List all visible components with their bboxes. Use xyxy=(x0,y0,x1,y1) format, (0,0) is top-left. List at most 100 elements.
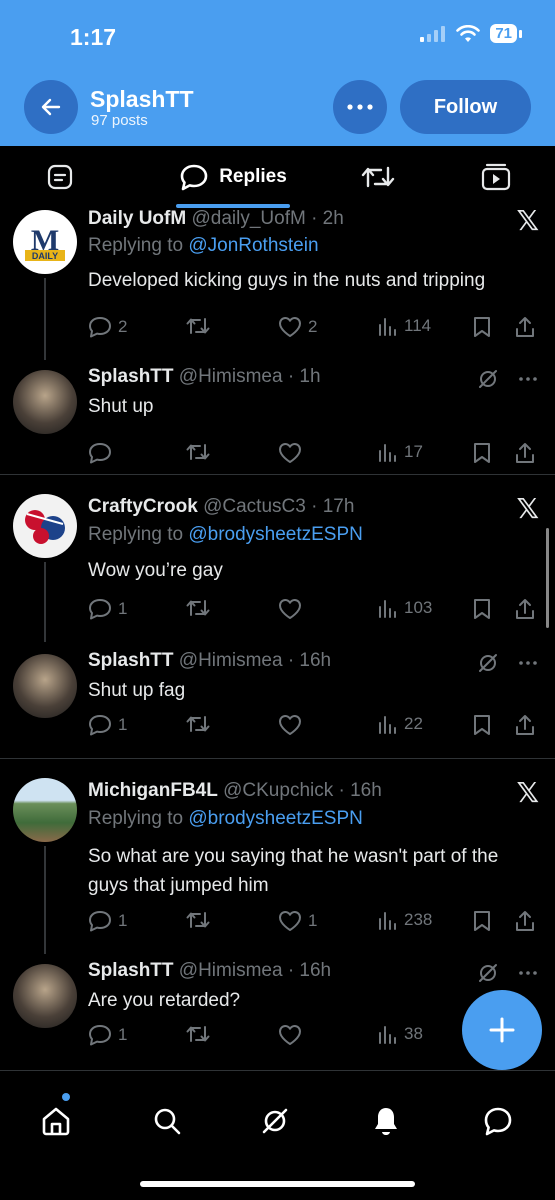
views-button[interactable]: 38 xyxy=(378,1024,423,1044)
retweet-button[interactable] xyxy=(186,1024,216,1044)
tab-media[interactable] xyxy=(476,146,516,208)
like-button[interactable] xyxy=(278,442,308,464)
author-name[interactable]: MichiganFB4L xyxy=(88,780,218,801)
author-handle[interactable]: @Himismea · 1h xyxy=(179,366,321,387)
like-button[interactable] xyxy=(278,598,308,620)
author-name[interactable]: CraftyCrook xyxy=(88,496,198,517)
grok-icon[interactable] xyxy=(477,652,499,674)
views-button[interactable]: 238 xyxy=(378,910,432,930)
reply-count: 1 xyxy=(118,911,128,930)
x-logo-icon: 𝕏 xyxy=(516,777,539,808)
reply-button[interactable]: 1 xyxy=(88,1024,127,1046)
tab-replies[interactable]: Replies xyxy=(158,146,308,208)
tab-posts[interactable] xyxy=(40,146,80,208)
retweet-button[interactable] xyxy=(186,714,216,734)
grok-icon[interactable] xyxy=(477,962,499,984)
reply-button[interactable] xyxy=(88,442,118,464)
retweet-icon xyxy=(186,600,210,616)
grok-icon[interactable] xyxy=(477,368,499,390)
more-dots-icon[interactable] xyxy=(519,971,537,975)
share-button[interactable] xyxy=(514,598,536,620)
nav-search[interactable] xyxy=(147,1101,187,1141)
follow-button[interactable]: Follow xyxy=(400,80,531,134)
author-name[interactable]: Daily UofM xyxy=(88,208,186,229)
share-button[interactable] xyxy=(514,442,536,464)
tweet-actions: 17 xyxy=(88,442,538,470)
bookmark-button[interactable] xyxy=(472,598,492,620)
x-logo-icon: 𝕏 xyxy=(516,493,539,524)
tweet-actions: 1 1 238 xyxy=(88,910,538,938)
reply-tweet[interactable]: M DAILY Daily UofM @daily_UofM · 2h 𝕏 Re… xyxy=(0,208,555,360)
nav-grok[interactable] xyxy=(255,1101,295,1141)
retweet-button[interactable] xyxy=(186,442,216,462)
retweet-button[interactable] xyxy=(186,598,216,618)
nav-notifications[interactable] xyxy=(366,1101,406,1141)
share-icon xyxy=(516,599,534,619)
reply-button[interactable]: 1 xyxy=(88,910,127,932)
views-button[interactable]: 114 xyxy=(378,316,431,336)
author-handle[interactable]: @Himismea · 16h xyxy=(179,960,331,981)
reply-tweet[interactable]: SplashTT @Himismea · 16h Shut up fag 1 2… xyxy=(0,644,555,756)
tab-reposts[interactable] xyxy=(358,146,398,208)
author-handle[interactable]: @CKupchick · 16h xyxy=(223,780,382,801)
back-button[interactable] xyxy=(24,80,78,134)
bookmark-icon xyxy=(474,715,490,735)
mention-link[interactable]: @JonRothstein xyxy=(188,235,318,256)
tweet-text: So what are you saying that he wasn't pa… xyxy=(88,846,499,896)
reply-button[interactable]: 1 xyxy=(88,598,127,620)
reply-button[interactable]: 1 xyxy=(88,714,127,736)
share-button[interactable] xyxy=(514,316,536,338)
mention-link[interactable]: @brodysheetzESPN xyxy=(188,524,363,545)
author-name[interactable]: SplashTT xyxy=(88,366,174,387)
author-name[interactable]: SplashTT xyxy=(88,960,174,981)
retweet-button[interactable] xyxy=(186,910,216,930)
share-button[interactable] xyxy=(514,910,536,932)
tweet-header: SplashTT @Himismea · 16h xyxy=(88,960,331,982)
reply-button[interactable]: 2 xyxy=(88,316,127,338)
author-handle[interactable]: @Himismea · 16h xyxy=(179,650,331,671)
bookmark-icon xyxy=(474,443,490,463)
more-dots-icon[interactable] xyxy=(519,661,537,665)
bookmark-button[interactable] xyxy=(472,714,492,736)
home-indicator xyxy=(140,1181,415,1187)
like-button[interactable]: 1 xyxy=(278,910,317,932)
views-button[interactable]: 17 xyxy=(378,442,423,462)
reply-icon xyxy=(89,599,111,620)
like-button[interactable]: 2 xyxy=(278,316,317,338)
share-icon xyxy=(516,715,534,735)
reply-count: 1 xyxy=(118,715,128,734)
scrollbar[interactable] xyxy=(546,528,549,628)
compose-button[interactable] xyxy=(462,990,542,1070)
bookmark-button[interactable] xyxy=(472,910,492,932)
like-button[interactable] xyxy=(278,1024,308,1046)
reply-tweet[interactable]: MichiganFB4L @CKupchick · 16h 𝕏 Replying… xyxy=(0,768,555,954)
reply-count: 1 xyxy=(118,599,128,618)
tweet-text: Shut up fag xyxy=(88,680,186,701)
more-button[interactable] xyxy=(333,80,387,134)
nav-messages[interactable] xyxy=(478,1101,518,1141)
reply-count: 2 xyxy=(118,317,128,336)
bookmark-button[interactable] xyxy=(472,442,492,464)
reply-tweet[interactable]: SplashTT @Himismea · 1h Shut up 17 xyxy=(0,360,555,472)
divider xyxy=(0,474,555,475)
tweet-menu xyxy=(477,652,537,674)
author-handle[interactable]: @daily_UofM · 2h xyxy=(191,208,343,229)
mention-link[interactable]: @brodysheetzESPN xyxy=(188,808,363,829)
views-chart-icon xyxy=(379,444,396,462)
more-dots-icon[interactable] xyxy=(519,377,537,381)
nav-home[interactable] xyxy=(36,1101,76,1141)
grok-icon xyxy=(262,1108,288,1134)
author-name[interactable]: SplashTT xyxy=(88,650,174,671)
tweet-actions: 1 22 xyxy=(88,714,538,742)
views-button[interactable]: 103 xyxy=(378,598,432,618)
bookmark-button[interactable] xyxy=(472,316,492,338)
share-button[interactable] xyxy=(514,714,536,736)
umich-daily-logo-icon: M DAILY xyxy=(25,224,65,261)
author-handle[interactable]: @CactusC3 · 17h xyxy=(203,496,354,517)
retweet-button[interactable] xyxy=(186,316,216,336)
views-button[interactable]: 22 xyxy=(378,714,423,734)
views-chart-icon xyxy=(379,600,396,618)
like-button[interactable] xyxy=(278,714,308,736)
reply-tweet[interactable]: CraftyCrook @CactusC3 · 17h 𝕏 Replying t… xyxy=(0,484,555,642)
like-count: 2 xyxy=(308,317,318,336)
